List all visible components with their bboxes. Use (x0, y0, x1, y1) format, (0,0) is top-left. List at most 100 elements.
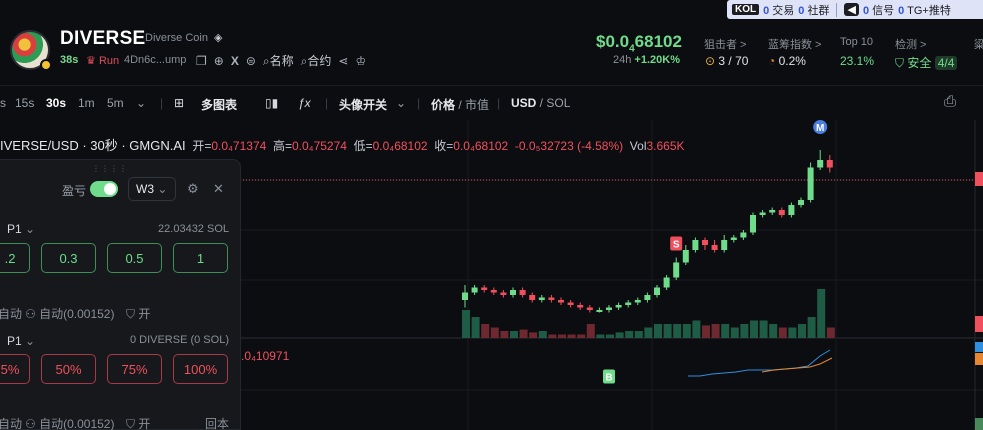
sell-percent-button[interactable]: 50% (41, 354, 96, 384)
interval-1m[interactable]: 1m (78, 96, 95, 110)
community-notif[interactable]: 0 社群 (798, 2, 829, 18)
interval-30s[interactable]: 30s (46, 96, 66, 110)
buy-amount-button[interactable]: 0.3 (41, 243, 96, 273)
sell-percent-button[interactable]: 5% (0, 354, 30, 384)
auto-fee[interactable]: ⚇ 自动(0.00152) (25, 415, 114, 430)
check-label[interactable]: 检测 > (895, 36, 926, 52)
candle[interactable] (558, 300, 564, 303)
candle[interactable] (682, 250, 689, 263)
candle[interactable] (548, 297, 555, 301)
drag-handle[interactable]: ⋮⋮⋮⋮ (92, 164, 128, 173)
breakeven-label[interactable]: 回本 (205, 415, 229, 430)
candle[interactable] (788, 205, 795, 215)
candle[interactable] (769, 210, 776, 213)
candle[interactable] (711, 245, 718, 250)
mev-toggle[interactable]: ⛉ 开 (126, 305, 150, 322)
buy-amount-button[interactable]: 0.5 (107, 243, 162, 273)
volume-bar (807, 317, 816, 338)
tg-notif[interactable]: 0 TG+推特 (898, 2, 951, 18)
candle[interactable] (692, 240, 699, 250)
trade-marker-b[interactable]: B (603, 369, 615, 384)
share-icon[interactable]: ⋖ (338, 54, 348, 68)
candle[interactable] (519, 290, 526, 295)
interval-5m[interactable]: 5m (107, 96, 124, 110)
search-name-button[interactable]: ⌕名称 (263, 52, 294, 69)
candle[interactable] (529, 295, 536, 300)
price-suffix: 68102 (634, 32, 682, 51)
twitter-icon[interactable]: X (231, 54, 239, 68)
candle[interactable] (471, 287, 478, 293)
price-mcap-toggle[interactable]: 价格 / 市值 (431, 96, 489, 113)
candle[interactable] (730, 237, 737, 241)
camera-icon[interactable]: ⎙ (944, 93, 956, 110)
auto-fee[interactable]: ⚇ 自动(0.00152) (25, 305, 114, 322)
candle[interactable] (644, 295, 651, 300)
candle[interactable] (615, 305, 622, 308)
add-chart-icon[interactable]: ⊞ (174, 96, 184, 110)
settings-icon[interactable]: ⚙ (187, 181, 199, 197)
candle[interactable] (759, 212, 766, 216)
search-contract-button[interactable]: ⌕合约 (301, 52, 332, 69)
candle[interactable] (577, 305, 584, 308)
wallet-select[interactable]: W3 ⌄ (128, 177, 176, 201)
interval-15s[interactable]: 15s (15, 96, 34, 110)
volume-bar (826, 327, 835, 338)
currency-toggle[interactable]: USD / SOL (511, 96, 570, 110)
shield-icon: ⛉ (126, 417, 136, 430)
candle[interactable] (798, 200, 804, 205)
close-icon[interactable]: ✕ (213, 181, 224, 197)
candle[interactable] (481, 287, 488, 291)
chevron-down-icon: ⌄ (157, 182, 168, 196)
chevron-down-icon[interactable]: ⌄ (396, 96, 406, 110)
buy-preset-select[interactable]: P1 ⌄ (7, 222, 35, 236)
pnl-toggle[interactable] (90, 181, 118, 197)
buy-amount-button[interactable]: 1 (173, 243, 228, 273)
sell-preset-select[interactable]: P1 ⌄ (7, 334, 35, 348)
indicator-icon[interactable]: ƒx (298, 96, 311, 110)
candle[interactable] (654, 287, 660, 296)
candle[interactable] (596, 310, 603, 312)
candle[interactable] (567, 302, 574, 306)
trade-notif[interactable]: 0 交易 (763, 2, 794, 18)
website-icon[interactable]: ⊕ (214, 54, 224, 68)
candle[interactable] (778, 210, 785, 215)
avatar-toggle-button[interactable]: 头像开关 (339, 96, 387, 113)
candle[interactable] (663, 277, 670, 288)
candle[interactable] (462, 292, 468, 301)
sell-percent-button[interactable]: 100% (173, 354, 228, 384)
candle[interactable] (702, 240, 708, 245)
snipers-label[interactable]: 狙击者 > (704, 36, 746, 52)
trade-marker-s[interactable]: S (670, 236, 683, 251)
candle[interactable] (721, 240, 728, 250)
candle[interactable] (826, 160, 833, 168)
candle[interactable] (586, 307, 593, 311)
signal-notif[interactable]: 0 信号 (863, 2, 894, 18)
bluechip-label[interactable]: 蓝筹指数 > (768, 36, 821, 52)
candle-type-icon[interactable]: ▯▮ (265, 96, 278, 110)
telegram-icon[interactable]: ⊜ (246, 54, 256, 68)
candle[interactable] (750, 215, 756, 233)
quick-trade-panel: ⋮⋮⋮⋮ 盈亏 W3 ⌄ ⚙ ✕ P1 ⌄ 22.03432 SOL .2 0.… (0, 159, 241, 430)
buy-amount-button[interactable]: .2 (0, 243, 30, 273)
candle[interactable] (500, 292, 507, 296)
candle[interactable] (740, 232, 747, 238)
candle[interactable] (510, 290, 516, 295)
candle[interactable] (490, 290, 497, 293)
trade-marker-m[interactable]: M (813, 120, 828, 134)
crown-icon[interactable]: ♔ (355, 54, 366, 68)
candle[interactable] (807, 167, 814, 201)
chevron-down-icon[interactable]: ⌄ (136, 96, 146, 110)
interval-s[interactable]: s (0, 96, 6, 110)
candle[interactable] (817, 160, 824, 168)
candle[interactable] (538, 297, 545, 301)
candle[interactable] (625, 302, 632, 306)
close-label: 收= (434, 139, 454, 153)
multi-chart-button[interactable]: 多图表 (201, 96, 237, 113)
mev-toggle[interactable]: ⛉ 开 (126, 415, 150, 430)
sell-percent-button[interactable]: 75% (107, 354, 162, 384)
candle[interactable] (606, 307, 612, 311)
candle[interactable] (634, 300, 641, 303)
copy-icon[interactable]: ❐ (196, 54, 207, 68)
candle[interactable] (673, 262, 680, 278)
marker-label: S (673, 240, 680, 251)
